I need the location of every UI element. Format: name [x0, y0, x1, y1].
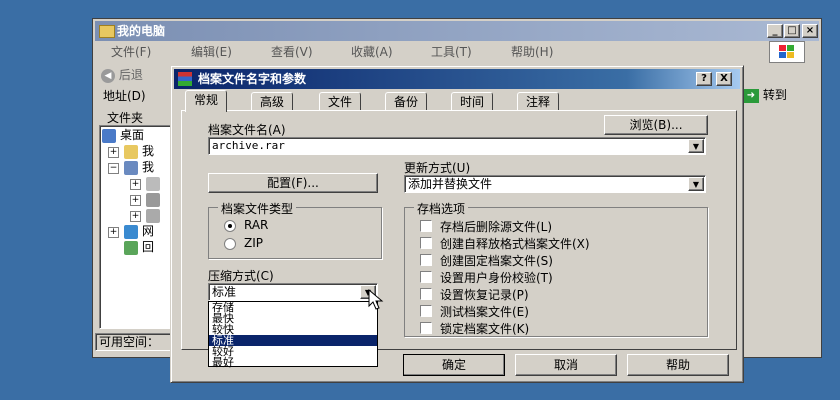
option-test-label: 测试档案文件(E) [440, 305, 529, 319]
menu-help[interactable]: 帮助(H) [511, 43, 553, 61]
folders-pane-label: 文件夹 [107, 111, 144, 125]
tab-advanced[interactable]: 高级 [251, 92, 294, 111]
dialog-title: 档案文件名字和参数 [198, 72, 307, 86]
compression-dropdown-list: 存储 最快 较快 标准 较好 最好 [208, 301, 378, 368]
expand-icon[interactable]: + [130, 195, 141, 206]
rar-radio[interactable] [224, 220, 236, 232]
address-label: 地址(D) [103, 89, 146, 103]
menu-file[interactable]: 文件(F) [111, 43, 151, 61]
option-delete-after-label: 存档后删除源文件(L) [440, 220, 553, 234]
computer-icon [124, 161, 138, 175]
tree-item-network[interactable]: 网 [142, 223, 154, 239]
status-bar: 可用空间： [95, 333, 171, 351]
recycle-bin-icon [124, 241, 138, 255]
tree-item-recycle-bin[interactable]: 回 [142, 239, 154, 255]
tab-comment[interactable]: 注释 [517, 92, 560, 111]
archive-options-group-label: 存档选项 [414, 200, 469, 217]
option-checkbox[interactable] [420, 220, 432, 232]
windows-logo-icon [769, 41, 805, 63]
desktop-icon [102, 129, 116, 143]
tab-general[interactable]: 常规 [185, 90, 228, 112]
documents-icon [124, 145, 138, 159]
compression-option[interactable]: 最快 [209, 313, 377, 324]
option-checkbox[interactable] [420, 322, 432, 334]
menu-favorites[interactable]: 收藏(A) [351, 43, 393, 61]
update-mode-label: 更新方式(U) [404, 161, 471, 175]
collapse-icon[interactable]: − [108, 163, 119, 174]
help-question-button[interactable]: ? [696, 72, 712, 86]
menu-tools[interactable]: 工具(T) [431, 43, 472, 61]
dropdown-arrow-icon[interactable]: ▼ [688, 139, 704, 153]
archive-name-value: archive.rar [212, 139, 285, 152]
option-checkbox[interactable] [420, 237, 432, 249]
drive-icon [146, 209, 160, 223]
menu-view[interactable]: 查看(V) [271, 43, 313, 61]
option-checkbox[interactable] [420, 288, 432, 300]
compression-option-selected[interactable]: 标准 [209, 335, 377, 346]
zip-label: ZIP [244, 236, 263, 250]
ok-button[interactable]: 确定 [403, 354, 505, 376]
option-checkbox[interactable] [420, 271, 432, 283]
network-icon [124, 225, 138, 239]
dropdown-arrow-icon[interactable]: ▼ [688, 177, 704, 191]
cancel-button[interactable]: 取消 [515, 354, 617, 376]
tab-backup[interactable]: 备份 [385, 92, 428, 111]
dialog-close-button[interactable]: X [716, 72, 732, 86]
archive-dialog: 档案文件名字和参数 ? X 常规 高级 文件 备份 时间 注释 档案文件名(A)… [170, 65, 744, 383]
compression-option[interactable]: 较好 [209, 346, 377, 357]
back-arrow-icon: ◀ [101, 68, 115, 83]
compression-option[interactable]: 存储 [209, 302, 377, 313]
folder-icon [99, 25, 115, 38]
tree-item-documents[interactable]: 我 [142, 143, 154, 159]
mouse-pointer-icon [368, 289, 384, 310]
rar-label: RAR [244, 218, 269, 232]
compression-option[interactable]: 最好 [209, 357, 377, 368]
status-text: 可用空间： [99, 335, 160, 349]
tree-item-desktop[interactable]: 桌面 [120, 127, 144, 143]
compression-option[interactable]: 较快 [209, 324, 377, 335]
option-checkbox[interactable] [420, 254, 432, 266]
browse-button[interactable]: 浏览(B)... [604, 115, 708, 135]
maximize-button[interactable]: □ [784, 24, 800, 38]
go-button[interactable]: ➜ 转到 [743, 85, 787, 105]
option-sfx-label: 创建自释放格式档案文件(X) [440, 237, 590, 251]
archive-format-group-label: 档案文件类型 [218, 200, 297, 217]
compression-label: 压缩方式(C) [208, 269, 274, 283]
compression-value: 标准 [212, 285, 237, 299]
option-authenticity-label: 设置用户身份校验(T) [440, 271, 553, 285]
explorer-title-bar[interactable]: 我的电脑 _ □ × [95, 21, 819, 41]
expand-icon[interactable]: + [108, 227, 119, 238]
update-mode-combo[interactable]: 添加并替换文件 ▼ [404, 175, 706, 193]
close-button[interactable]: × [802, 24, 818, 38]
archive-name-combo[interactable]: archive.rar ▼ [208, 137, 706, 155]
tree-item-computer[interactable]: 我 [142, 159, 154, 175]
general-tab-panel: 档案文件名(A) 浏览(B)... archive.rar ▼ 更新方式(U) … [181, 110, 737, 368]
dialog-title-bar[interactable]: 档案文件名字和参数 ? X [174, 69, 740, 89]
profiles-button[interactable]: 配置(F)... [208, 173, 378, 193]
explorer-title: 我的电脑 [117, 24, 166, 38]
update-mode-value: 添加并替换文件 [408, 177, 493, 191]
zip-radio[interactable] [224, 238, 236, 250]
compression-combo[interactable]: 标准 ▼ [208, 283, 378, 301]
option-solid-label: 创建固定档案文件(S) [440, 254, 553, 268]
option-checkbox[interactable] [420, 305, 432, 317]
minimize-button[interactable]: _ [767, 24, 783, 38]
tab-files[interactable]: 文件 [319, 92, 362, 111]
back-button[interactable]: ◀ 后退 [101, 65, 143, 85]
go-arrow-icon: ➜ [743, 88, 759, 103]
menu-edit[interactable]: 编辑(E) [191, 43, 232, 61]
winrar-icon [178, 72, 192, 86]
drive-icon [146, 177, 160, 191]
expand-icon[interactable]: + [108, 147, 119, 158]
help-button[interactable]: 帮助 [627, 354, 729, 376]
archive-name-label: 档案文件名(A) [208, 123, 286, 137]
expand-icon[interactable]: + [130, 211, 141, 222]
folder-tree: 桌面 + 我 − 我 + + + + 网 回 [99, 125, 171, 329]
option-recovery-label: 设置恢复记录(P) [440, 288, 529, 302]
option-lock-label: 锁定档案文件(K) [440, 322, 530, 336]
tab-time[interactable]: 时间 [451, 92, 494, 111]
expand-icon[interactable]: + [130, 179, 141, 190]
drive-icon [146, 193, 160, 207]
